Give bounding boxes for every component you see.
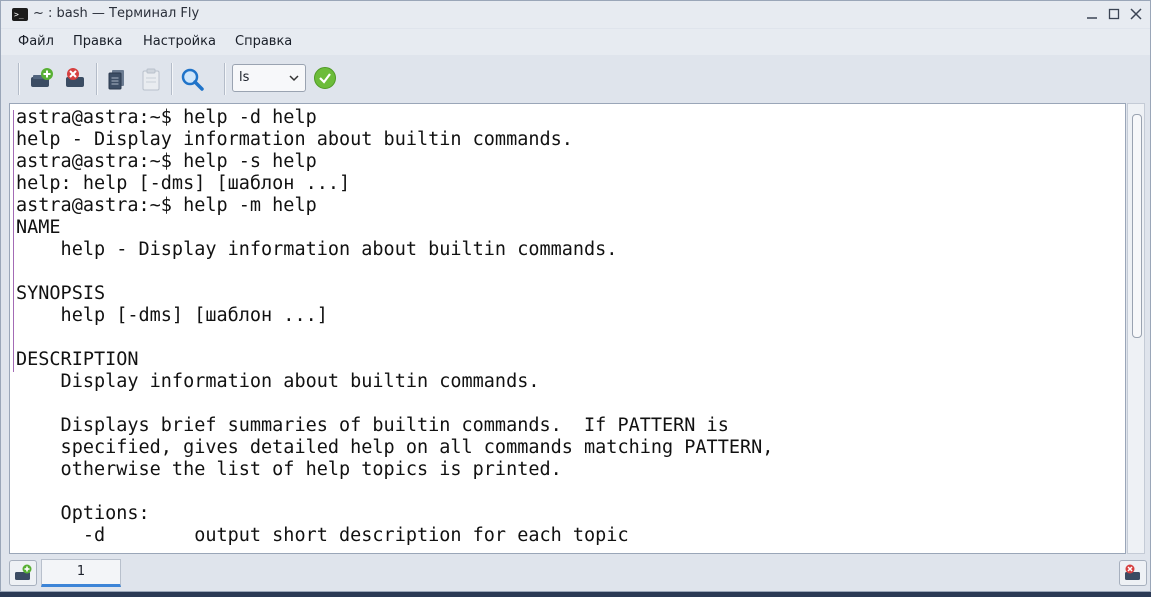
- maximize-button[interactable]: [1106, 6, 1122, 22]
- terminal-line: help - Display information about builtin…: [16, 239, 618, 260]
- terminal-line: NAME: [16, 217, 61, 238]
- run-command-button[interactable]: [314, 67, 336, 89]
- close-icon: [1130, 8, 1142, 20]
- terminal-line: specified, gives detailed help on all co…: [16, 437, 774, 458]
- title-bar[interactable]: >_ ~ : bash — Терминал Fly: [1, 1, 1150, 28]
- terminal-line: otherwise the list of help topics is pri…: [16, 459, 562, 480]
- terminal-line: Display information about builtin comman…: [16, 371, 540, 392]
- find-icon: [181, 68, 204, 91]
- terminal-line: astra@astra:~$ help -d help: [16, 107, 317, 128]
- terminal-window: >_ ~ : bash — Терминал Fly Файл Правка Н…: [0, 0, 1151, 592]
- terminal-line: help [-dms] [шаблон ...]: [16, 305, 328, 326]
- close-button[interactable]: [1128, 6, 1144, 22]
- new-tab-icon: [31, 68, 53, 87]
- tab-bar: 1: [1, 557, 1150, 591]
- terminal-line: astra@astra:~$ help -m help: [16, 195, 317, 216]
- menu-bar: Файл Правка Настройка Справка: [1, 29, 1150, 55]
- copy-icon: [108, 70, 124, 90]
- terminal-line: -d output short description for each top…: [16, 525, 629, 546]
- minimize-icon: [1087, 17, 1097, 19]
- close-tab-icon: [1125, 564, 1140, 580]
- tab-1[interactable]: 1: [41, 559, 121, 587]
- scrollbar-thumb[interactable]: [1132, 114, 1142, 338]
- window-title: ~ : bash — Терминал Fly: [33, 6, 200, 21]
- toolbar: ls: [1, 57, 1150, 101]
- tab-new-button[interactable]: [9, 560, 37, 586]
- tab-close-button[interactable]: [1119, 560, 1147, 586]
- maximize-icon: [1108, 8, 1120, 20]
- menu-edit[interactable]: Правка: [73, 34, 122, 49]
- terminal-output[interactable]: astra@astra:~$ help -d help help - Displ…: [9, 103, 1126, 554]
- terminal-line: Displays brief summaries of builtin comm…: [16, 415, 729, 436]
- menu-file[interactable]: Файл: [18, 34, 54, 49]
- vertical-scrollbar[interactable]: [1127, 103, 1145, 554]
- selection-marker: [13, 110, 14, 372]
- command-select-value: ls: [239, 70, 250, 85]
- new-tab-button[interactable]: [28, 65, 56, 93]
- menu-help[interactable]: Справка: [235, 34, 292, 49]
- copy-button[interactable]: [103, 65, 131, 93]
- terminal-line: astra@astra:~$ help -s help: [16, 151, 317, 172]
- command-select[interactable]: ls: [232, 64, 306, 92]
- terminal-line: Options:: [16, 503, 150, 524]
- find-button[interactable]: [178, 65, 206, 93]
- terminal-text: astra@astra:~$ help -d help help - Displ…: [16, 107, 773, 547]
- paste-icon: [142, 68, 160, 91]
- menu-settings[interactable]: Настройка: [143, 34, 216, 49]
- close-tab-icon: [66, 68, 84, 87]
- new-tab-icon: [15, 564, 32, 580]
- toolbar-separator: [171, 63, 173, 95]
- tab-label: 1: [76, 564, 86, 579]
- chevron-down-icon: [288, 69, 300, 90]
- minimize-button[interactable]: [1084, 6, 1100, 22]
- terminal-icon: >_: [12, 8, 28, 21]
- terminal-line: help: help [-dms] [шаблон ...]: [16, 173, 351, 194]
- toolbar-separator: [224, 63, 226, 95]
- close-tab-button[interactable]: [61, 65, 89, 93]
- terminal-line: help - Display information about builtin…: [16, 129, 573, 150]
- toolbar-separator: [18, 63, 20, 95]
- toolbar-separator: [96, 63, 98, 95]
- terminal-line: SYNOPSIS: [16, 283, 106, 304]
- terminal-line: DESCRIPTION: [16, 349, 139, 370]
- paste-button[interactable]: [137, 65, 165, 93]
- checkmark-icon: [319, 73, 331, 84]
